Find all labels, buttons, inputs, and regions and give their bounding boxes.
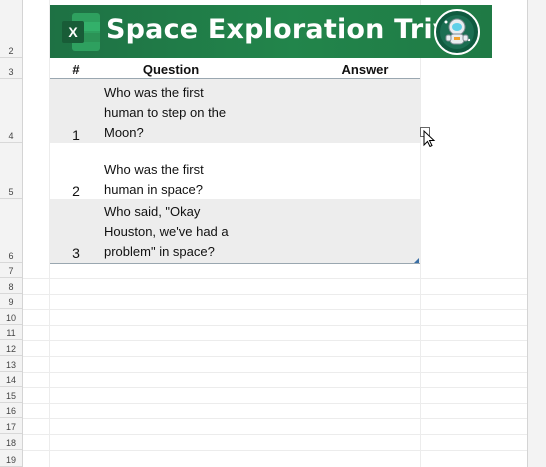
header-answer: Answer xyxy=(341,61,389,77)
row-header-5[interactable]: 5 xyxy=(0,143,22,199)
row-header-10[interactable]: 10 xyxy=(0,309,22,325)
row-header-6[interactable]: 6 xyxy=(0,199,22,263)
row-header-column: 2 3 4 5 6 7 8 9 10 11 12 13 14 15 16 17 … xyxy=(0,0,23,467)
vertical-scrollbar[interactable] xyxy=(527,0,546,467)
row-header-15[interactable]: 15 xyxy=(0,387,22,403)
question-line: Who was the first xyxy=(104,85,204,100)
row-header-14[interactable]: 14 xyxy=(0,372,22,387)
mouse-pointer-icon xyxy=(420,127,436,147)
row-header-13[interactable]: 13 xyxy=(0,356,22,372)
row-header-17[interactable]: 17 xyxy=(0,418,22,434)
row-header-2[interactable]: 2 xyxy=(0,0,22,58)
row-header-12[interactable]: 12 xyxy=(0,340,22,356)
banner-title: Space Exploration Trivia xyxy=(106,14,479,45)
spreadsheet: 2 3 4 5 6 7 8 9 10 11 12 13 14 15 16 17 … xyxy=(0,0,546,467)
answer-cell[interactable] xyxy=(300,143,418,199)
excel-logo-icon: X xyxy=(62,13,100,51)
row-header-9[interactable]: 9 xyxy=(0,294,22,309)
question-line: human in space? xyxy=(104,182,204,197)
row-header-11[interactable]: 11 xyxy=(0,325,22,340)
header-number: # xyxy=(72,61,80,77)
question-line: Moon? xyxy=(104,125,144,140)
header-question: Question xyxy=(142,61,200,77)
table-resize-handle[interactable] xyxy=(414,258,419,263)
row-header-8[interactable]: 8 xyxy=(0,278,22,294)
question-line: Who was the first xyxy=(104,162,204,177)
question-cell[interactable]: Who was the first human to step on the M… xyxy=(104,83,244,143)
row-header-19[interactable]: 19 xyxy=(0,450,22,467)
row-number: 2 xyxy=(72,183,80,199)
row-header-7[interactable]: 7 xyxy=(0,263,22,278)
question-cell[interactable]: Who was the first human in space? xyxy=(104,160,244,200)
row-number: 1 xyxy=(72,127,80,143)
question-line: Houston, we've had a xyxy=(104,224,229,239)
answer-cell[interactable] xyxy=(300,79,418,143)
row-number: 3 xyxy=(72,245,80,261)
title-banner: X Space Exploration Trivia xyxy=(50,5,492,58)
table-bottom-border xyxy=(50,263,420,264)
question-cell[interactable]: Who said, "Okay Houston, we've had a pro… xyxy=(104,202,244,262)
excel-logo-letter: X xyxy=(68,24,78,40)
answer-cell[interactable] xyxy=(300,199,418,263)
row-header-18[interactable]: 18 xyxy=(0,434,22,450)
row-header-16[interactable]: 16 xyxy=(0,403,22,418)
question-line: problem" in space? xyxy=(104,244,215,259)
row-header-4[interactable]: 4 xyxy=(0,79,22,143)
question-line: Who said, "Okay xyxy=(104,204,201,219)
row-header-3[interactable]: 3 xyxy=(0,58,22,79)
astronaut-icon xyxy=(434,9,480,55)
question-line: human to step on the xyxy=(104,105,227,120)
